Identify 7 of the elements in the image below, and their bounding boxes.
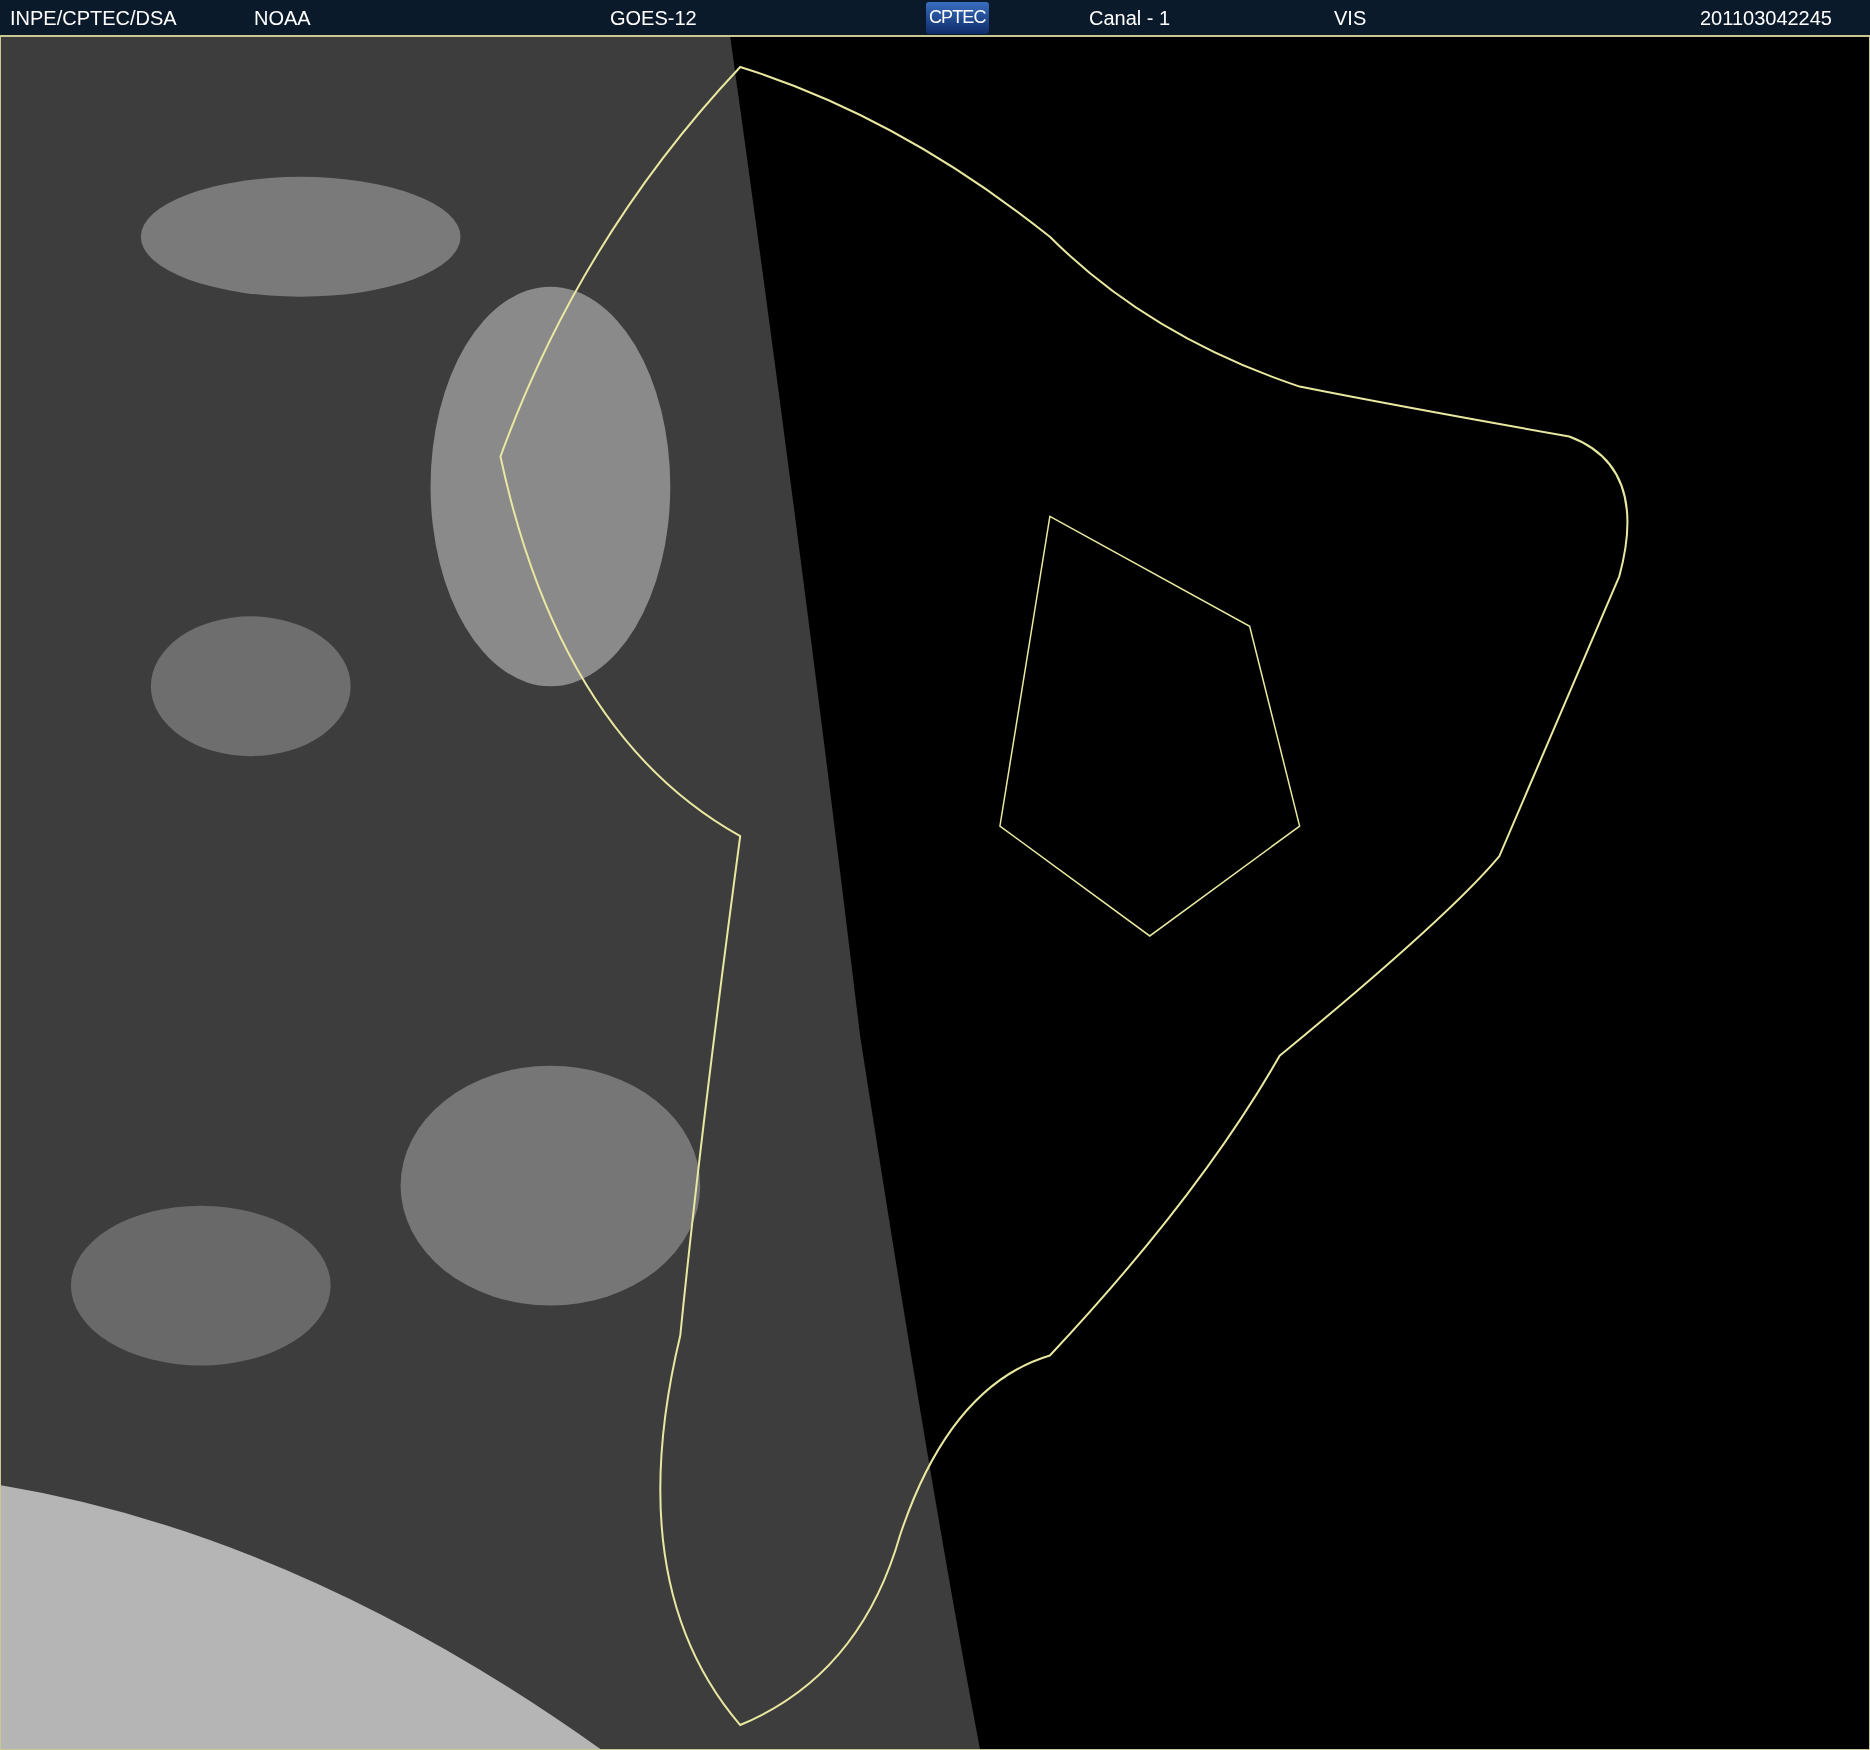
header-label: NOAA (254, 6, 311, 29)
header-label: INPE/CPTEC/DSA (10, 6, 177, 29)
header-label: VIS (1334, 6, 1367, 29)
header-label: Canal - 1 (1089, 6, 1171, 29)
header-label: GOES-12 (610, 6, 697, 29)
header-label: 201103042245 (1700, 6, 1832, 29)
logo-badge: CPTEC (926, 2, 989, 34)
